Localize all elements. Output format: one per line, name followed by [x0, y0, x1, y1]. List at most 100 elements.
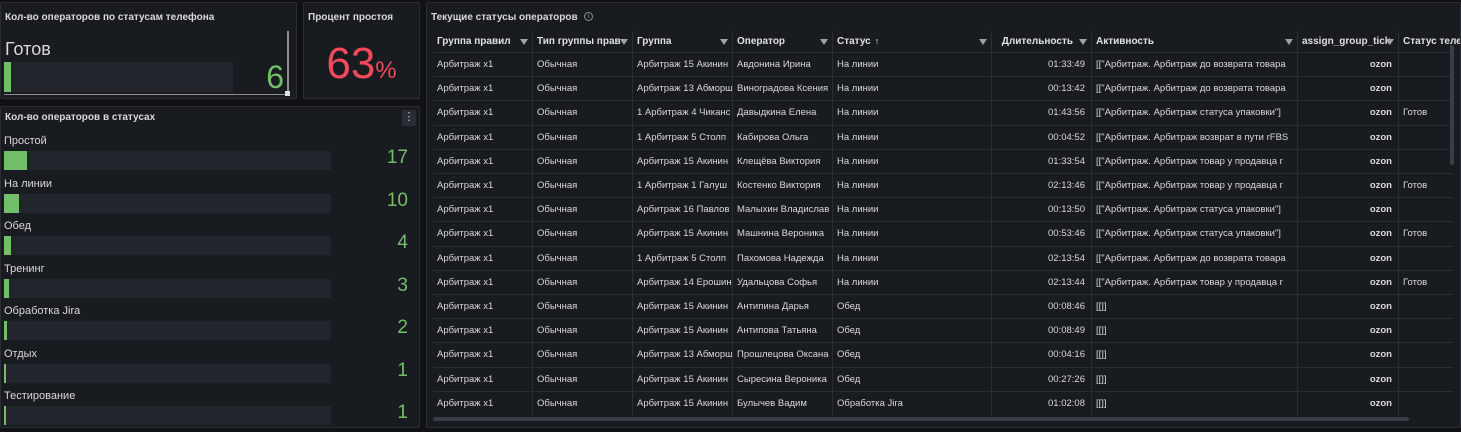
table-cell: 1 Арбитраж 5 Столп: [633, 246, 733, 271]
status-bar: [4, 321, 331, 340]
table-cell: [[]]: [1092, 295, 1298, 319]
table-cell: Обычная: [533, 391, 633, 416]
table-cell: [["Арбитраж. Арбитраж товар у продавца r: [1092, 149, 1298, 174]
filter-icon[interactable]: [520, 39, 528, 45]
column-header-label: assign_group_tick: [1302, 36, 1391, 47]
status-label: Обед: [4, 220, 32, 232]
status-bar: [4, 236, 331, 255]
column-header[interactable]: Статус ↑: [833, 31, 992, 52]
table-row[interactable]: Арбитраж x1 Обычная Арбитраж 16 Павлов Малы…: [433, 197, 1453, 223]
status-bar: [4, 151, 331, 170]
table-cell: Обычная: [533, 295, 633, 319]
filter-icon[interactable]: [720, 39, 728, 45]
table-cell: [["Арбитраж. Арбитраж товар у продавца r: [1092, 270, 1298, 295]
info-icon[interactable]: i: [584, 12, 593, 21]
table-row[interactable]: Арбитраж x1 Обычная Арбитраж 15 Акинин Сыре…: [433, 366, 1453, 392]
idle-percent-value: 63%: [304, 39, 419, 89]
phone-status-bar: [4, 62, 233, 92]
status-bar: [4, 363, 331, 383]
table-row[interactable]: Арбитраж x1 Обычная Арбитраж 15 Акинин Авдо…: [433, 52, 1453, 77]
filter-icon[interactable]: [1079, 39, 1087, 45]
status-count: 17: [386, 147, 408, 168]
table-cell: Машнина Вероника: [733, 222, 833, 247]
operators-in-statuses-panel: Кол-во операторов в статусах ⋮ Простой 17…: [0, 106, 420, 428]
phone-status-label: Готов: [5, 39, 51, 59]
filter-icon[interactable]: [820, 39, 828, 45]
table-cell: На линии: [833, 222, 992, 247]
filter-icon[interactable]: [1386, 39, 1394, 45]
table-cell: На линии: [833, 174, 992, 198]
table-cell: [["Арбитраж. Арбитраж до возврата товара: [1092, 246, 1298, 271]
column-header[interactable]: assign_group_tick: [1298, 31, 1399, 52]
table-cell: ozon: [1298, 343, 1399, 368]
table-cell: Арбитраж x1: [433, 53, 533, 77]
resize-handle-icon[interactable]: [285, 91, 290, 96]
filter-icon[interactable]: [1285, 39, 1293, 45]
table-cell: Обычная: [533, 125, 633, 150]
table-row[interactable]: Арбитраж x1 Обычная Арбитраж 15 Акинин Булы…: [433, 390, 1453, 416]
table-cell: Арбитраж x1: [433, 343, 533, 368]
kebab-menu-icon[interactable]: ⋮: [402, 110, 416, 126]
operator-statuses-table-panel: Текущие статусы операторов i Группа прав…: [426, 2, 1461, 428]
filter-icon[interactable]: [620, 39, 628, 45]
table-cell: 1 Арбитраж 4 Чиканс: [633, 101, 733, 126]
column-header[interactable]: Оператор: [733, 31, 833, 52]
vertical-scrollbar[interactable]: [1450, 45, 1454, 165]
column-header[interactable]: Тип группы прав: [533, 31, 633, 52]
table-cell: Обычная: [533, 319, 633, 344]
table-row[interactable]: Арбитраж x1 Обычная 1 Арбитраж 5 Столп Пахо…: [433, 245, 1453, 271]
table-cell: Арбитраж 15 Акинин: [633, 319, 733, 344]
table-cell: Обед: [833, 295, 992, 319]
horizontal-scrollbar[interactable]: [433, 417, 1409, 421]
table-cell: Клещёва Виктория: [733, 149, 833, 174]
panel-title: Кол-во операторов по статусам телефона: [5, 12, 215, 23]
sort-asc-icon[interactable]: ↑: [875, 36, 880, 46]
table-cell: [["Арбитраж. Арбитраж статуса упаковки"]: [1092, 101, 1298, 126]
table-row[interactable]: Арбитраж x1 Обычная Арбитраж 15 Акинин Анти…: [433, 294, 1453, 319]
panel-title: Процент простоя: [308, 12, 394, 23]
column-header[interactable]: Активность: [1092, 31, 1298, 52]
table-cell: На линии: [833, 270, 992, 295]
status-label: Тестирование: [4, 390, 76, 402]
table-cell: Арбитраж x1: [433, 319, 533, 344]
table-row[interactable]: Арбитраж x1 Обычная 1 Арбитраж 4 Чиканс Дав…: [433, 100, 1453, 126]
table-cell: [1399, 295, 1460, 319]
column-header[interactable]: Группа: [633, 31, 733, 52]
table-cell: Арбитраж x1: [433, 246, 533, 271]
table-cell: 00:53:46: [992, 222, 1092, 247]
table-cell: Обычная: [533, 53, 633, 77]
status-count: 3: [397, 274, 408, 296]
table-cell: ozon: [1298, 222, 1399, 247]
table-cell: ozon: [1298, 198, 1399, 223]
table-cell: 01:02:08: [992, 391, 1092, 416]
table-cell: Арбитраж x1: [433, 101, 533, 126]
status-bar-fill: [4, 278, 9, 298]
table-row[interactable]: Арбитраж x1 Обычная Арбитраж 15 Акинин Клещ…: [433, 148, 1453, 174]
table-cell: ozon: [1298, 391, 1399, 416]
table-cell: На линии: [833, 101, 992, 126]
table-cell: ozon: [1298, 174, 1399, 198]
column-header[interactable]: Длительность: [992, 31, 1092, 52]
status-row: Отдых 1: [4, 348, 414, 390]
table-cell: Обед: [833, 343, 992, 368]
filter-icon[interactable]: [979, 39, 987, 45]
table-cell: [["Арбитраж. Арбитраж до возврата товара: [1092, 53, 1298, 77]
status-row: На линии 10: [4, 178, 414, 220]
table-cell: ozon: [1298, 77, 1399, 102]
column-header-label: Статус: [837, 36, 871, 47]
table-row[interactable]: Арбитраж x1 Обычная Арбитраж 13 Абморш Вино…: [433, 76, 1453, 102]
table-row[interactable]: Арбитраж x1 Обычная 1 Арбитраж 1 Галуш Кост…: [433, 173, 1453, 198]
table-cell: ozon: [1298, 246, 1399, 271]
table-cell: На линии: [833, 125, 992, 150]
table-cell: Кабирова Ольга: [733, 125, 833, 150]
status-bar-fill: [4, 321, 8, 340]
table-row[interactable]: Арбитраж x1 Обычная Арбитраж 13 Абморш Прош…: [433, 342, 1453, 368]
table-row[interactable]: Арбитраж x1 Обычная Арбитраж 15 Акинин Машн…: [433, 221, 1453, 247]
table-row[interactable]: Арбитраж x1 Обычная Арбитраж 14 Ерошин Удал…: [433, 269, 1453, 295]
table-cell: Арбитраж x1: [433, 174, 533, 198]
column-header[interactable]: Группа правил: [433, 31, 533, 52]
table-row[interactable]: Арбитраж x1 Обычная 1 Арбитраж 5 Столп Каби…: [433, 124, 1453, 150]
table-cell: [1399, 343, 1460, 367]
table-cell: ozon: [1298, 149, 1399, 174]
table-row[interactable]: Арбитраж x1 Обычная Арбитраж 15 Акинин Анти…: [433, 318, 1453, 344]
